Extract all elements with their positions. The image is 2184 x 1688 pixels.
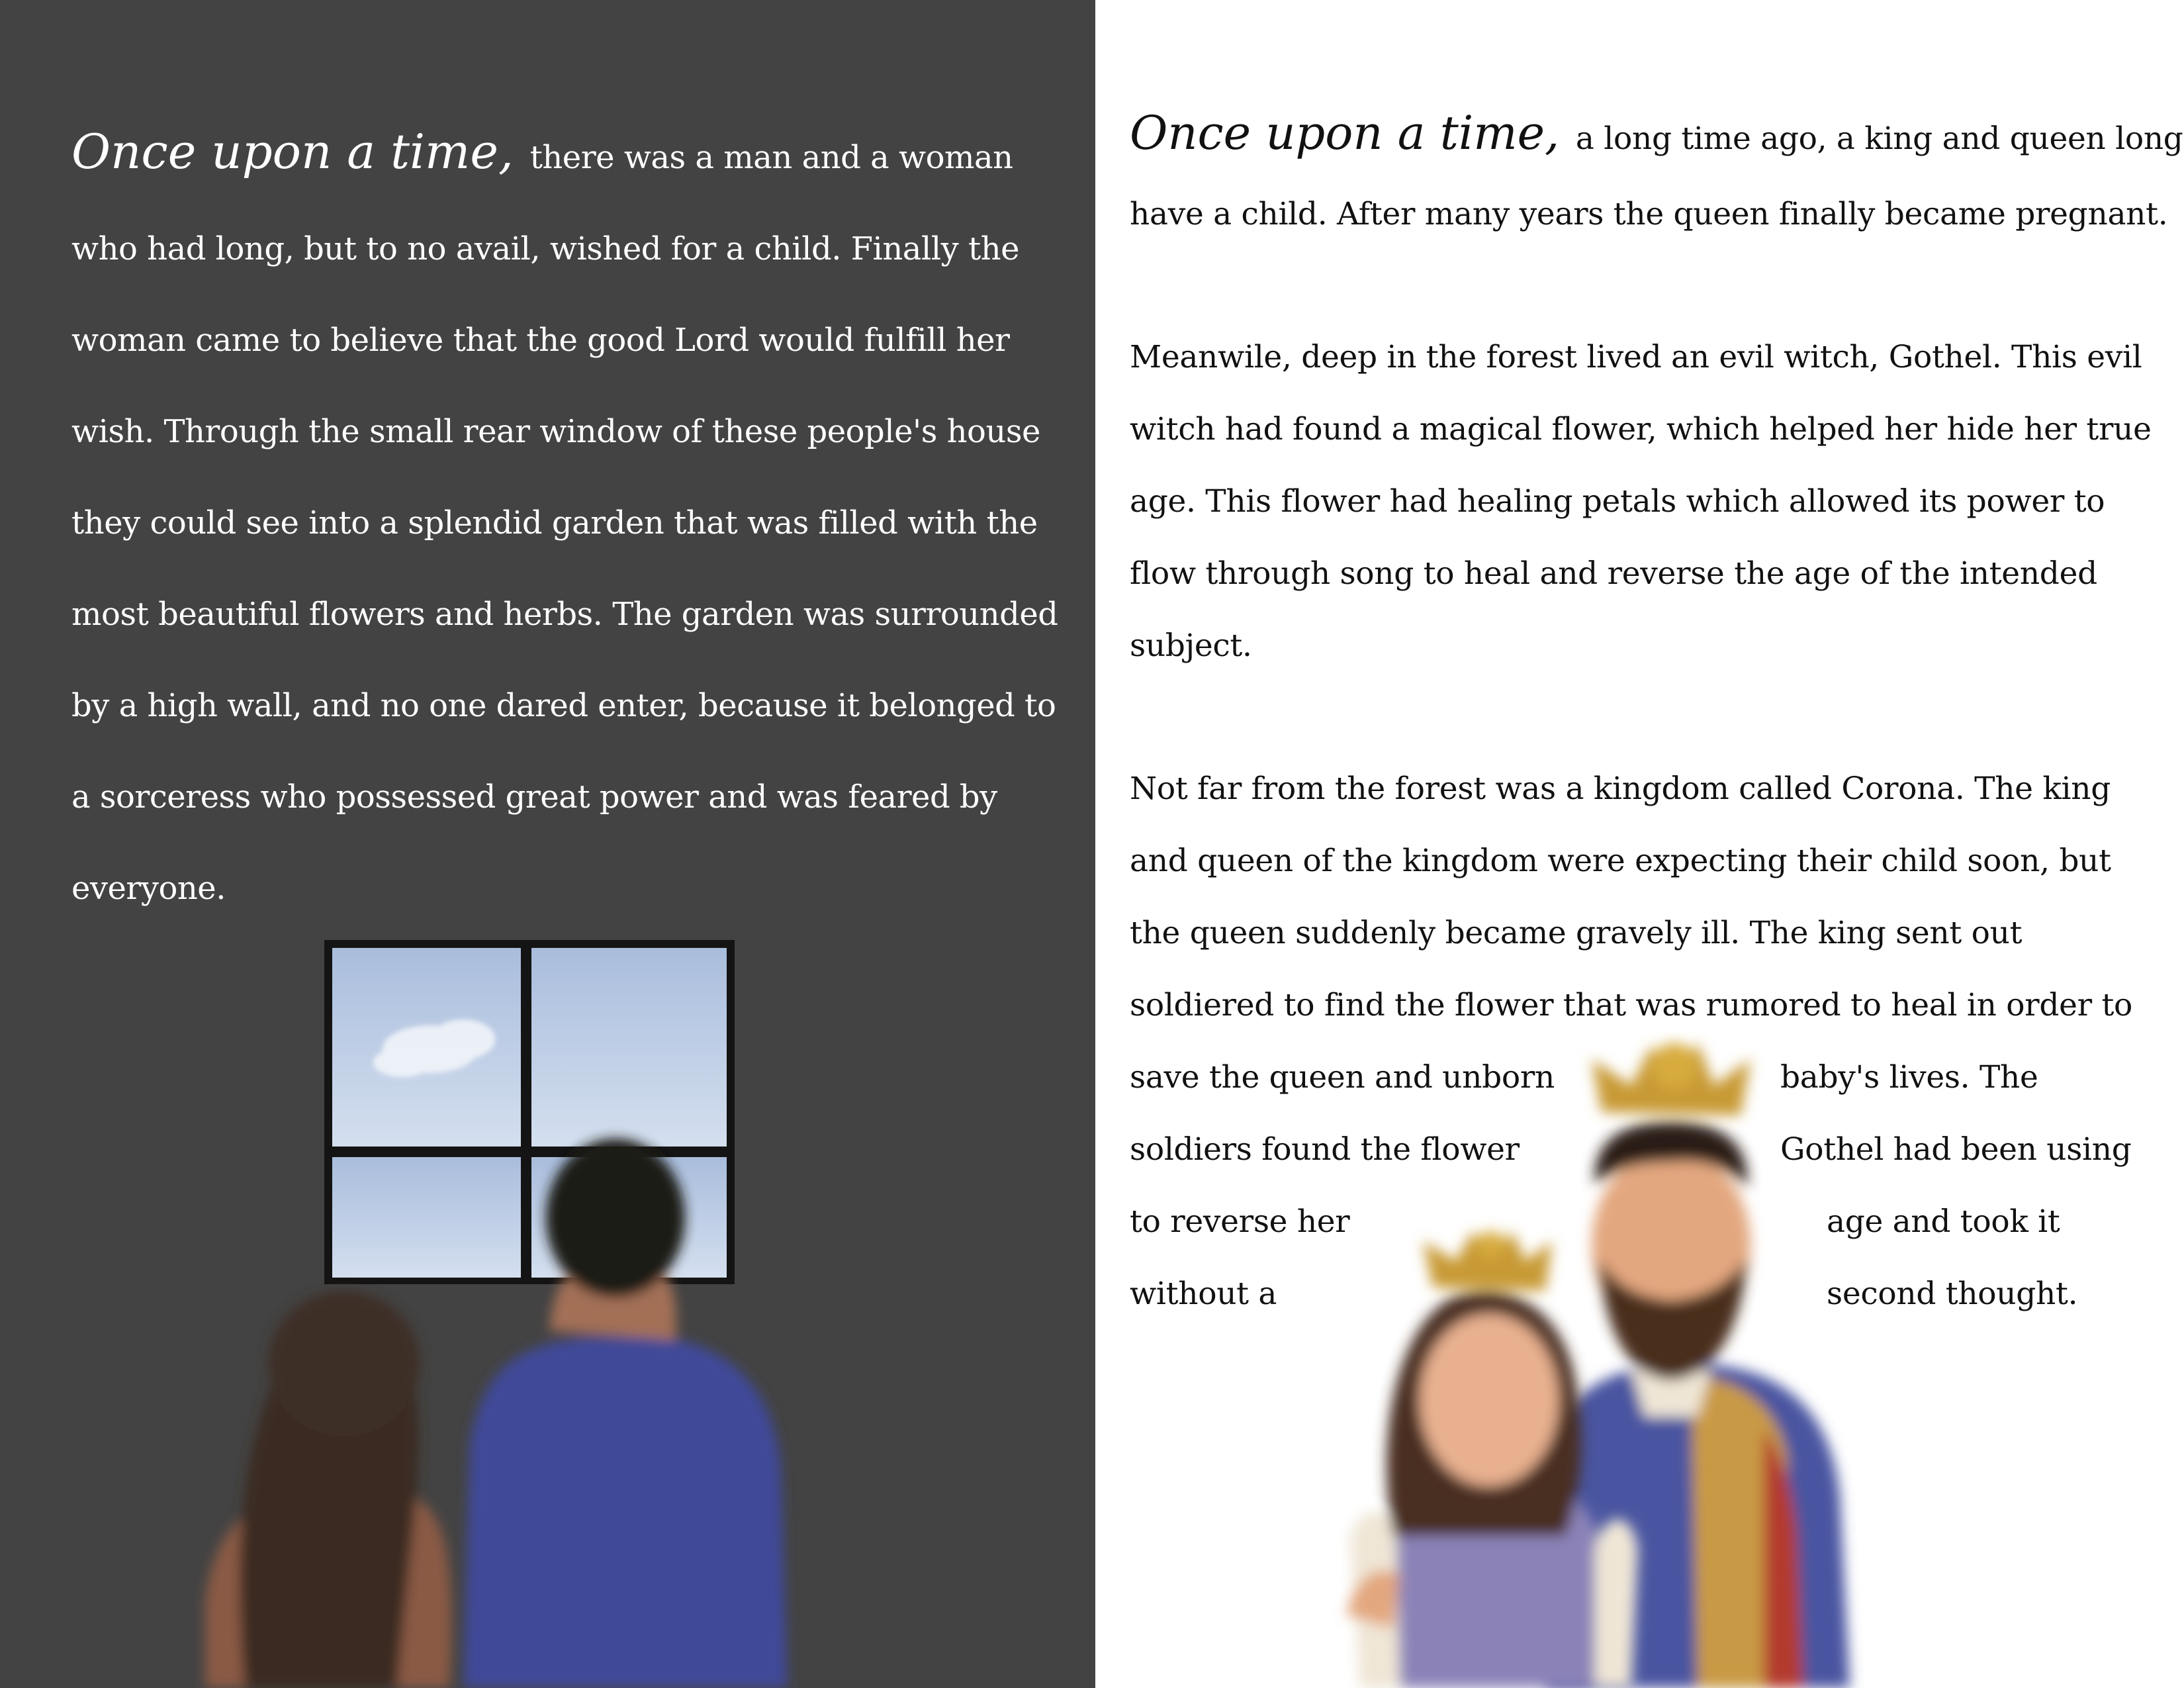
right-story-line: Meanwile, deep in the forest lived an ev…: [1130, 339, 2142, 375]
right-story-line: soldiered to find the flower that was ru…: [1130, 987, 2133, 1023]
right-story-line: have a child. After many years the queen…: [1130, 196, 2168, 232]
right-story-line: Not far from the forest was a kingdom ca…: [1130, 771, 2111, 807]
right-story-line: flow through song to heal and reverse th…: [1130, 555, 2097, 592]
left-story-body: there was a man and a woman who had long…: [71, 139, 1058, 907]
left-page: Once upon a time, there was a man and a …: [0, 0, 1095, 1688]
couple-at-window-illustration: [205, 940, 788, 1688]
woman-figure: [205, 1291, 452, 1688]
king-and-queen-illustration: [1347, 1043, 1850, 1688]
right-story-line: the queen suddenly became gravely ill. T…: [1130, 915, 2023, 951]
right-opening-phrase: Once upon a time,: [1130, 106, 1560, 160]
left-opening-phrase: Once upon a time,: [71, 124, 514, 179]
right-line-text: a long time ago, a king and queen longed…: [1575, 120, 2184, 157]
right-story-line: subject.: [1130, 628, 1252, 664]
right-story-line: and queen of the kingdom were expecting …: [1130, 843, 2111, 879]
right-page: Once upon a time, a long time ago, a kin…: [1095, 0, 2184, 1688]
right-story-line: age. This flower had healing petals whic…: [1130, 483, 2105, 520]
right-story-line: witch had found a magical flower, which …: [1130, 411, 2152, 447]
right-story-line: Once upon a time, a long time ago, a kin…: [1130, 106, 2184, 160]
left-story-text: Once upon a time, there was a man and a …: [71, 106, 1084, 934]
